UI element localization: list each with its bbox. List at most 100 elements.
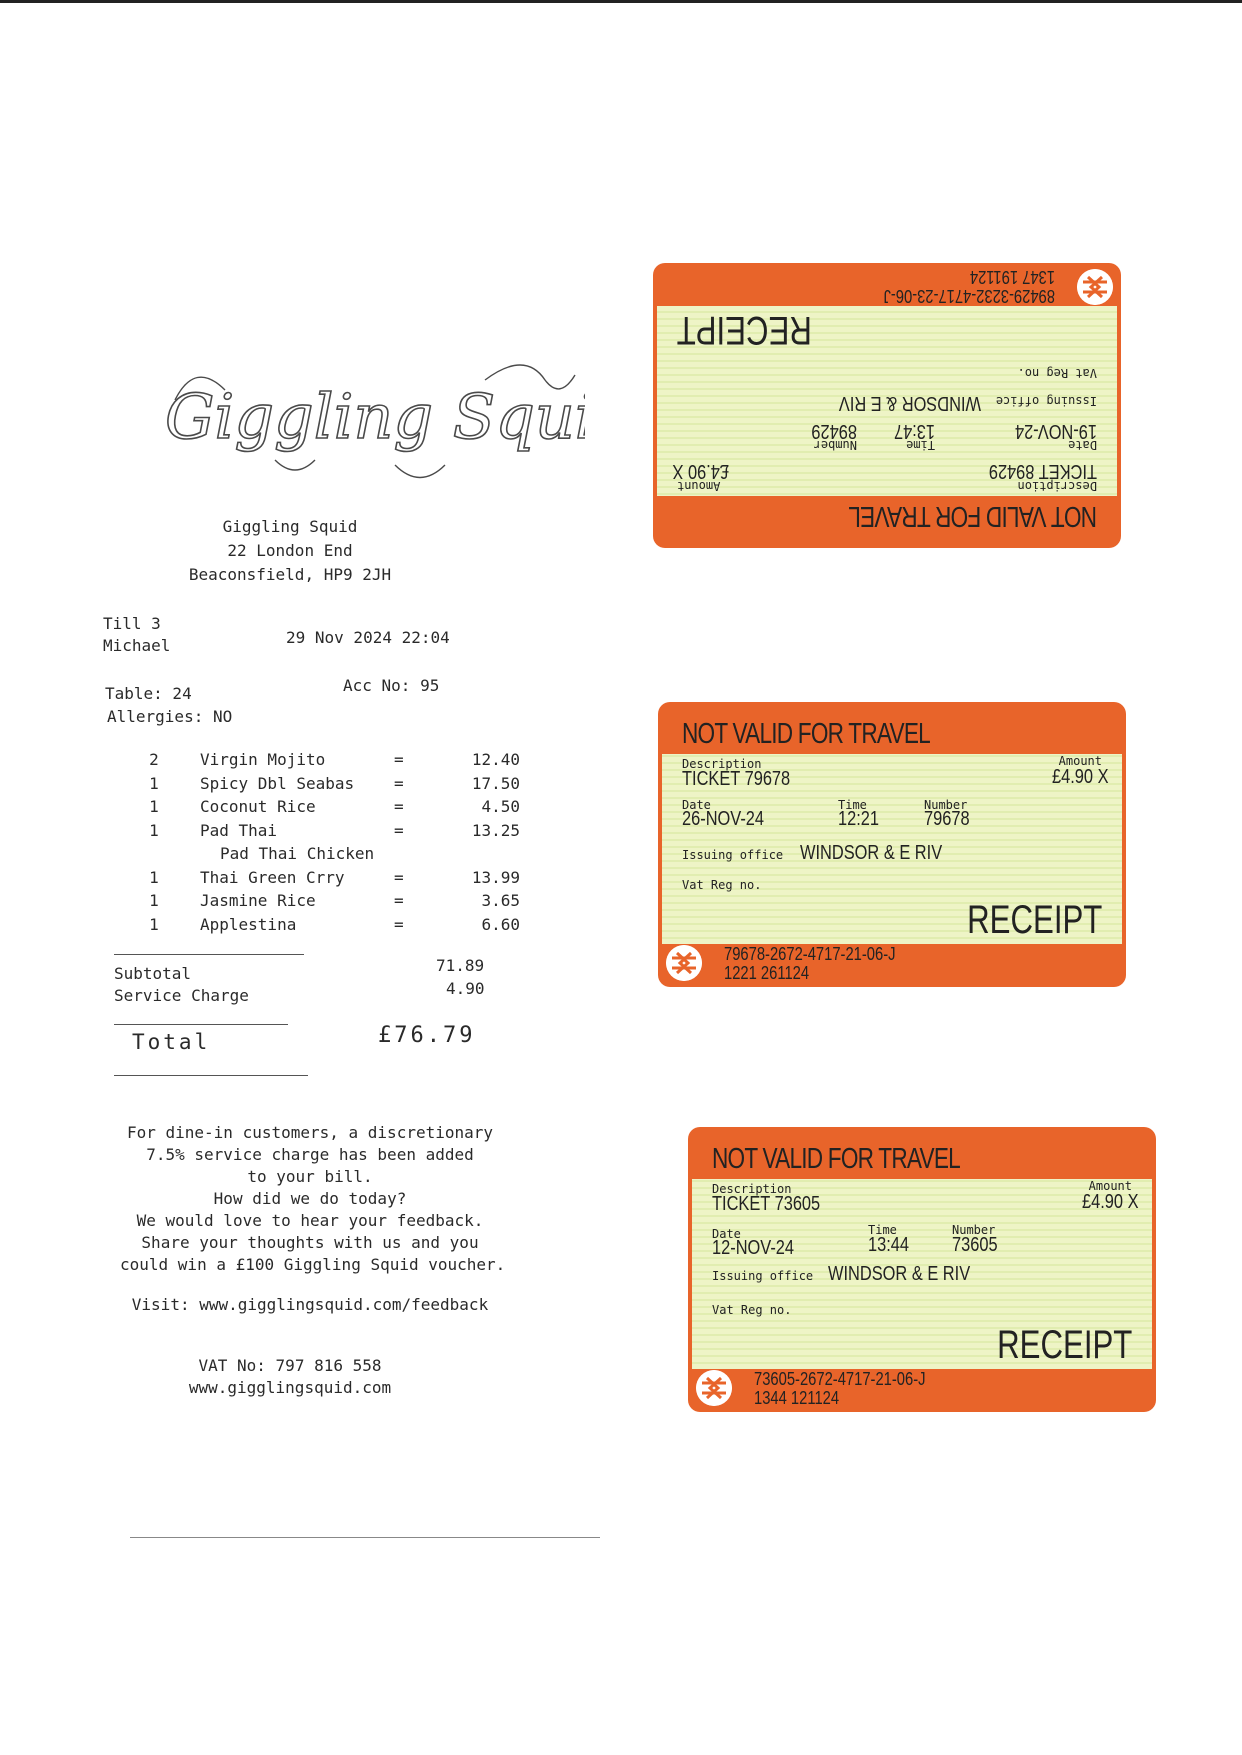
allergies: Allergies: NO bbox=[107, 707, 233, 726]
ticket-amount: £4.90 X bbox=[1052, 766, 1109, 788]
total-label: Total bbox=[132, 1030, 211, 1054]
item-price: 4.50 bbox=[481, 797, 520, 816]
footer-line: to your bill. bbox=[247, 1167, 373, 1186]
item-qty: 1 bbox=[149, 891, 159, 910]
footer-line: Share your thoughts with us and you bbox=[141, 1233, 479, 1252]
receipt-stamp: RECEIPT bbox=[966, 898, 1102, 942]
subtotal-label: Subtotal bbox=[114, 964, 192, 983]
list-item: 2 Virgin Mojito = 12.40 bbox=[140, 750, 540, 774]
restaurant-receipt: Giggling Squid Giggling Squid 22 London … bbox=[100, 210, 620, 1550]
item-modifier: Pad Thai Chicken bbox=[220, 844, 375, 863]
item-name: Pad Thai bbox=[200, 820, 278, 840]
ticket-bottom-strip: 89429-3232-4717-23-06-J 1347 191124 bbox=[653, 263, 1121, 308]
ticket-time: 13:44 bbox=[868, 1234, 910, 1256]
item-price: 3.65 bbox=[481, 891, 520, 910]
vat-block: VAT No: 797 816 558 www.gigglingsquid.co… bbox=[160, 1355, 420, 1399]
item-qty: 1 bbox=[149, 773, 159, 793]
vat-number: VAT No: 797 816 558 bbox=[198, 1356, 382, 1375]
issuing-office: WINDSOR & E RIV bbox=[838, 392, 981, 414]
table-number: Table: 24 bbox=[105, 684, 192, 703]
issuing-office: WINDSOR & E RIV bbox=[828, 1263, 971, 1285]
subtotal-value: 71.89 bbox=[436, 956, 485, 975]
store-town: Beaconsfield, HP9 2JH bbox=[188, 565, 392, 584]
item-name: Coconut Rice bbox=[200, 797, 316, 816]
scan-top-edge bbox=[0, 0, 1242, 3]
service-charge-label: Service Charge bbox=[114, 986, 249, 1005]
item-price: 13.99 bbox=[471, 867, 520, 887]
footer-line: We would love to hear your feedback. bbox=[136, 1211, 484, 1230]
ticket-issue-code: 1221 261124 bbox=[724, 963, 810, 983]
vat-reg-label: Vat Reg no. bbox=[682, 878, 762, 892]
ticket-description: TICKET 79678 bbox=[682, 768, 791, 790]
ticket-reference: 79678-2672-4717-21-06-J bbox=[724, 944, 896, 964]
item-equals: = bbox=[394, 914, 404, 934]
item-equals: = bbox=[394, 891, 404, 910]
ticket-amount: £4.90 X bbox=[672, 460, 729, 482]
not-valid-label: NOT VALID FOR TRAVEL bbox=[849, 500, 1097, 532]
divider bbox=[114, 1075, 308, 1076]
item-equals: = bbox=[394, 773, 404, 793]
list-item: 1 Jasmine Rice = 3.65 bbox=[140, 891, 540, 915]
divider bbox=[114, 954, 304, 955]
store-name: Giggling Squid bbox=[222, 517, 358, 536]
item-equals: = bbox=[394, 867, 404, 887]
ticket-number: 73605 bbox=[952, 1234, 998, 1256]
vat-reg-label: Vat Reg no. bbox=[1017, 366, 1097, 380]
feedback-link: Visit: www.gigglingsquid.com/feedback bbox=[131, 1295, 489, 1314]
item-name: Jasmine Rice bbox=[200, 891, 316, 910]
issuing-office-label: Issuing office bbox=[682, 848, 784, 862]
ticket-issue-code: 1347 191124 bbox=[969, 267, 1055, 287]
item-name: Thai Green Crry bbox=[200, 867, 345, 887]
issuing-office: WINDSOR & E RIV bbox=[800, 842, 943, 864]
item-qty: 1 bbox=[149, 867, 159, 887]
ticket-number: 79678 bbox=[924, 808, 970, 830]
national-rail-icon bbox=[1077, 269, 1113, 305]
item-equals: = bbox=[394, 797, 404, 816]
receipt-footer: For dine-in customers, a discretionary 7… bbox=[120, 1122, 506, 1316]
list-item: Pad Thai Chicken bbox=[140, 844, 540, 868]
item-qty: 2 bbox=[149, 750, 159, 769]
issuing-office-label: Issuing office bbox=[712, 1269, 814, 1283]
ticket-amount: £4.90 X bbox=[1082, 1191, 1139, 1213]
item-price: 17.50 bbox=[471, 773, 520, 793]
train-ticket-receipt: NOT VALID FOR TRAVEL Description TICKET … bbox=[658, 702, 1126, 987]
item-price: 12.40 bbox=[471, 750, 520, 769]
train-ticket-receipt: NOT VALID FOR TRAVEL Description TICKET … bbox=[688, 1127, 1156, 1412]
item-qty: 1 bbox=[149, 797, 159, 816]
service-charge-value: 4.90 bbox=[446, 979, 485, 998]
item-name: Virgin Mojito bbox=[200, 750, 326, 769]
issuing-office-label: Issuing office bbox=[995, 394, 1097, 408]
svg-text:Giggling Squid: Giggling Squid bbox=[165, 380, 585, 453]
not-valid-label: NOT VALID FOR TRAVEL bbox=[682, 718, 931, 750]
item-qty: 1 bbox=[149, 820, 159, 840]
ticket-date: 26-NOV-24 bbox=[682, 808, 765, 830]
ticket-number: 89429 bbox=[811, 420, 857, 442]
receipt-datetime: 29 Nov 2024 22:04 bbox=[286, 628, 450, 647]
footer-line: could win a £100 Giggling Squid voucher. bbox=[120, 1255, 506, 1274]
account-number: Acc No: 95 bbox=[343, 676, 440, 695]
not-valid-label: NOT VALID FOR TRAVEL bbox=[712, 1143, 961, 1175]
ticket-reference: 73605-2672-4717-21-06-J bbox=[754, 1369, 926, 1389]
national-rail-icon bbox=[696, 1370, 732, 1406]
item-name: Applestina bbox=[200, 914, 297, 934]
national-rail-icon bbox=[666, 945, 702, 981]
item-equals: = bbox=[394, 750, 404, 769]
list-item: 1 Applestina = 6.60 bbox=[140, 915, 540, 939]
list-item: 1 Pad Thai = 13.25 bbox=[140, 821, 540, 845]
ticket-bottom-strip: 79678-2672-4717-21-06-J 1221 261124 bbox=[658, 942, 1126, 987]
ticket-date: 19-NOV-24 bbox=[1014, 420, 1097, 442]
server-name: Michael bbox=[103, 636, 171, 655]
giggling-squid-logo: Giggling Squid bbox=[164, 364, 585, 479]
footer-line: How did we do today? bbox=[213, 1189, 407, 1208]
website: www.gigglingsquid.com bbox=[188, 1378, 392, 1397]
vat-reg-label: Vat Reg no. bbox=[712, 1303, 792, 1317]
list-item: 1 Spicy Dbl Seabas = 17.50 bbox=[140, 774, 540, 798]
list-item: 1 Thai Green Crry = 13.99 bbox=[140, 868, 540, 892]
list-item: 1 Coconut Rice = 4.50 bbox=[140, 797, 540, 821]
store-street: 22 London End bbox=[227, 541, 353, 560]
item-qty: 1 bbox=[149, 914, 159, 934]
item-equals: = bbox=[394, 820, 404, 840]
item-price: 6.60 bbox=[481, 914, 520, 934]
total-value: £76.79 bbox=[378, 1023, 476, 1048]
item-price: 13.25 bbox=[471, 820, 520, 840]
